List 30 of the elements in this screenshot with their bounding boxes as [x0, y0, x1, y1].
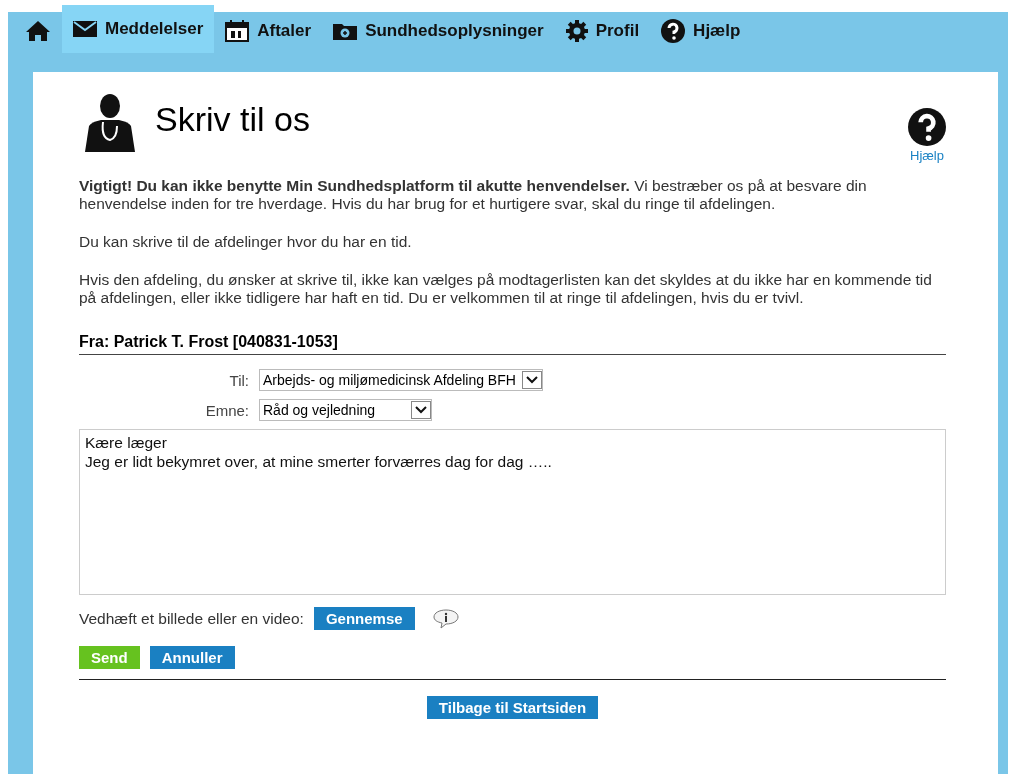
back-button[interactable]: Tilbage til Startsiden — [426, 696, 599, 719]
dropdown-field[interactable]: Råd og vejledning — [259, 399, 432, 421]
nav-tab[interactable]: Aftaler — [214, 12, 323, 50]
info-paragraph: Hvis den afdeling, du ønsker at skrive til, ikke kan vælges på modtagerlisten kan det skyldes at du ikke har en kommende tid på afdelingen, eller ikke tidligere har haft en tid. Du er velkommen til at ringe til afdelingen, hvis du er tvivl. — [79, 271, 933, 307]
sender-heading: Fra: Patrick T. Frost [040831-1053] — [79, 333, 946, 355]
field-label: Emne: — [204, 401, 249, 419]
info-icon[interactable] — [432, 608, 459, 629]
nav-tab[interactable]: Profil — [554, 12, 651, 50]
help-link[interactable]: Hjælp — [910, 148, 944, 163]
dropdown-field[interactable]: Arbejds- og miljømedicinsk Afdeling BFH — [259, 369, 543, 391]
nav-tab[interactable]: Hjælp — [650, 12, 752, 50]
field-label: Til: — [228, 371, 249, 389]
message-field[interactable]: Kære læger Jeg er lidt bekymret over, at mine smerter forværres dag for dag ….. — [79, 429, 946, 595]
chevron-down-icon — [415, 406, 427, 414]
browse-button[interactable]: Gennemse — [313, 607, 415, 630]
calendar-icon — [225, 20, 250, 42]
nav-tab[interactable]: Meddelelser — [62, 5, 215, 53]
info-paragraph: Vigtigt! Du kan ikke benytte Min Sundhedsplatform til akutte henvendelser. Vi bestræber os på at besvare din henvendelse inden for tre hverdage. Hvis du har brug for et hurtigere svar, skal du ringe til afdelingen. — [79, 177, 868, 213]
info-paragraph: Du kan skrive til de afdelinger hvor du har en tid. — [79, 233, 413, 251]
envelope-icon — [73, 21, 97, 37]
nav-tab[interactable]: Sundhedsoplysninger — [322, 12, 555, 50]
gear-icon — [565, 20, 588, 42]
page-title: Skriv til os — [155, 100, 310, 139]
attach-label: Vedhæft et billede eller en video: — [79, 609, 304, 628]
cancel-button[interactable]: Annuller — [149, 646, 235, 669]
help-icon — [661, 19, 686, 43]
home-icon — [25, 20, 51, 42]
folder-icon — [333, 22, 358, 40]
help-icon[interactable] — [908, 108, 946, 146]
chevron-down-icon — [525, 376, 538, 384]
